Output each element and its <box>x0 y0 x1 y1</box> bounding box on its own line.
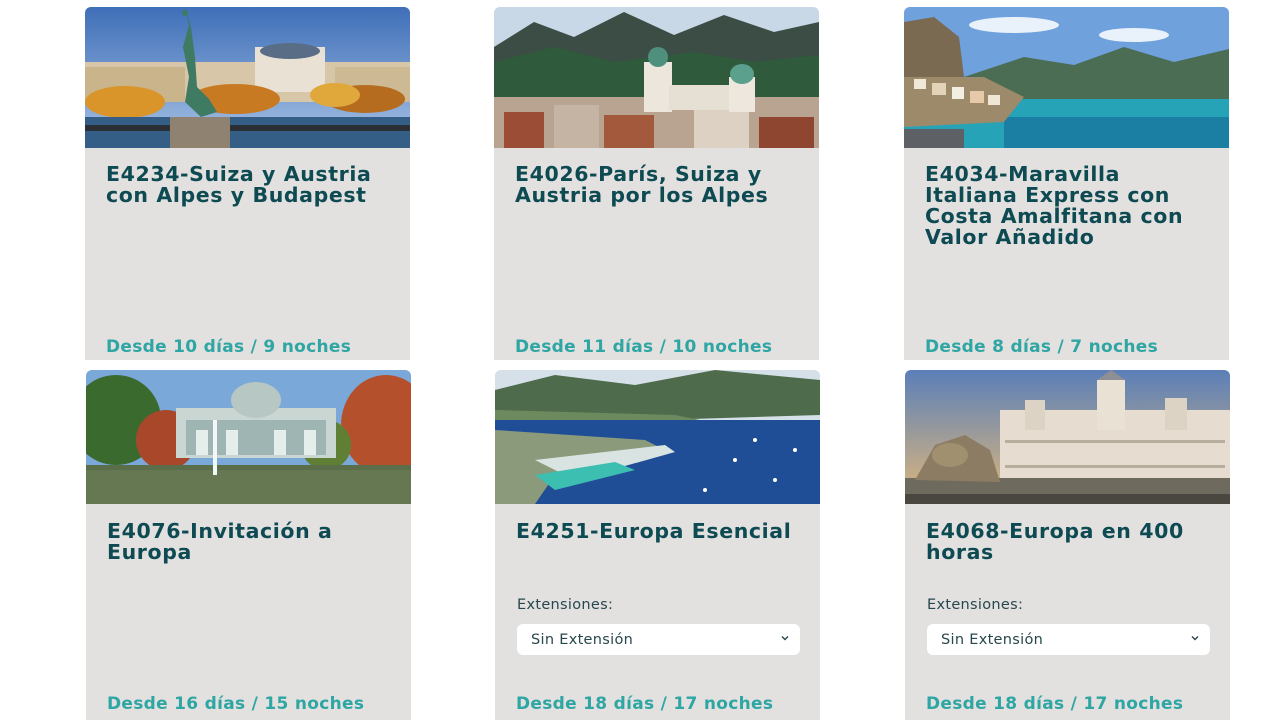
tour-card[interactable]: E4076-Invitación a Europa Desde 16 días … <box>86 370 411 720</box>
tour-card[interactable]: E4251-Europa Esencial Extensiones: Sin E… <box>495 370 820 720</box>
chevron-down-icon <box>781 636 789 641</box>
extension-select[interactable]: Sin Extensión <box>517 624 800 655</box>
tour-card[interactable]: E4026-París, Suiza y Austria por los Alp… <box>494 7 819 360</box>
chevron-down-icon <box>1191 636 1199 641</box>
harbor-bay-photo[interactable] <box>495 370 820 504</box>
amalfi-coast-photo[interactable] <box>904 7 1229 148</box>
tour-title[interactable]: E4234-Suiza y Austria con Alpes y Budape… <box>106 164 396 206</box>
tour-duration: Desde 16 días / 15 noches <box>107 694 365 714</box>
tour-title[interactable]: E4068-Europa en 400 horas <box>926 521 1216 563</box>
extension-select-value: Sin Extensión <box>531 631 634 648</box>
tour-duration: Desde 8 días / 7 noches <box>925 337 1159 357</box>
tour-duration: Desde 18 días / 17 noches <box>516 694 774 714</box>
tour-title[interactable]: E4026-París, Suiza y Austria por los Alp… <box>515 164 805 206</box>
tour-title[interactable]: E4076-Invitación a Europa <box>107 521 397 563</box>
tour-grid: E4234-Suiza y Austria con Alpes y Budape… <box>0 0 1280 720</box>
tour-duration: Desde 11 días / 10 noches <box>515 337 773 357</box>
lakeside-statue-photo[interactable] <box>85 7 410 148</box>
tour-title[interactable]: E4034-Maravilla Italiana Express con Cos… <box>925 164 1215 248</box>
tour-duration: Desde 10 días / 9 noches <box>106 337 352 357</box>
tour-card[interactable]: E4068-Europa en 400 horas Extensiones: S… <box>905 370 1230 720</box>
cibeles-palace-photo[interactable] <box>905 370 1230 504</box>
crystal-palace-photo[interactable] <box>86 370 411 504</box>
extension-select-value: Sin Extensión <box>941 631 1044 648</box>
alpine-town-photo[interactable] <box>494 7 819 148</box>
tour-card[interactable]: E4234-Suiza y Austria con Alpes y Budape… <box>85 7 410 360</box>
extensions-label: Extensiones: <box>927 597 1024 613</box>
extension-select[interactable]: Sin Extensión <box>927 624 1210 655</box>
tour-card[interactable]: E4034-Maravilla Italiana Express con Cos… <box>904 7 1229 360</box>
extensions-label: Extensiones: <box>517 597 614 613</box>
tour-title[interactable]: E4251-Europa Esencial <box>516 521 806 542</box>
tour-duration: Desde 18 días / 17 noches <box>926 694 1184 714</box>
